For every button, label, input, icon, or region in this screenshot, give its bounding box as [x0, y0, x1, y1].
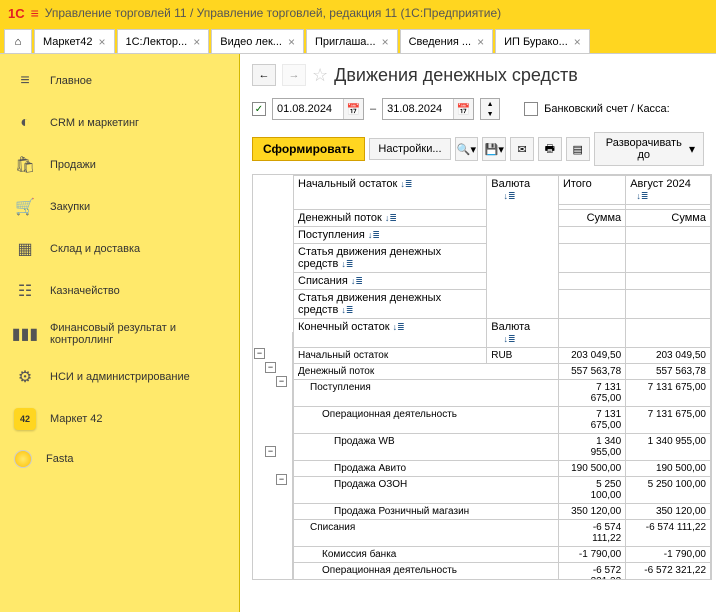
close-icon[interactable]: ×	[477, 35, 484, 49]
table-row[interactable]: Продажа WB1 340 955,001 340 955,00	[294, 434, 711, 461]
pie-icon: ◐	[14, 112, 36, 134]
tree-expand-column: − − − − −	[253, 332, 293, 579]
period-stepper[interactable]: ▲▼	[480, 98, 500, 120]
table-row[interactable]: Начальный остатокRUB203 049,50203 049,50	[294, 348, 711, 364]
tab-2[interactable]: Видео лек...×	[211, 29, 304, 53]
close-icon[interactable]: ×	[193, 35, 200, 49]
date-from-input[interactable]: 📅	[272, 98, 364, 120]
tree-collapse[interactable]: −	[276, 376, 287, 387]
calendar-icon[interactable]: 📅	[343, 99, 363, 119]
titlebar-text: Управление торговлей 11 / Управление тор…	[45, 6, 501, 20]
header-start-balance[interactable]: Начальный остаток ↓≣	[294, 176, 487, 210]
close-icon[interactable]: ×	[574, 35, 581, 49]
tab-5[interactable]: ИП Бурако...×	[495, 29, 590, 53]
grid-icon: ▦	[14, 238, 36, 260]
sidebar-item-market42[interactable]: 42Маркет 42	[0, 398, 239, 440]
header-end-balance[interactable]: Конечный остаток ↓≣	[294, 319, 487, 348]
tabbar: ⌂ Маркет42× 1С:Лектор...× Видео лек...× …	[0, 26, 716, 54]
header-outflow[interactable]: Списания ↓≣	[294, 273, 487, 290]
mail-button[interactable]: ✉	[510, 137, 534, 161]
table-row[interactable]: Поступления7 131 675,007 131 675,00	[294, 380, 711, 407]
tab-3[interactable]: Приглаша...×	[306, 29, 398, 53]
header-article1[interactable]: Статья движения денежных средств ↓≣	[294, 244, 487, 273]
bank-checkbox[interactable]: ✓	[524, 102, 538, 116]
header-inflow[interactable]: Поступления ↓≣	[294, 227, 487, 244]
sidebar-item-treasury[interactable]: ☷Казначейство	[0, 270, 239, 312]
form-button[interactable]: Сформировать	[252, 137, 365, 161]
sidebar-item-fasta[interactable]: Fasta	[0, 440, 239, 478]
table-row[interactable]: Продажа Розничный магазин350 120,00350 1…	[294, 504, 711, 520]
market42-icon: 42	[14, 408, 36, 430]
gear-icon: ⚙	[14, 366, 36, 388]
coins-icon: ☷	[14, 280, 36, 302]
table-row[interactable]: Комиссия банка-1 790,00-1 790,00	[294, 547, 711, 563]
table-row[interactable]: Операционная деятельность-6 572 321,22-6…	[294, 563, 711, 581]
sidebar-item-finance[interactable]: ▮▮▮Финансовый результат и контроллинг	[0, 312, 239, 356]
save-button[interactable]: 💾▾	[482, 137, 506, 161]
titlebar: 1C ≡ Управление торговлей 11 / Управлени…	[0, 0, 716, 26]
tree-collapse[interactable]: −	[265, 446, 276, 457]
tree-collapse[interactable]: −	[265, 362, 276, 373]
settings-button[interactable]: Настройки...	[369, 138, 450, 160]
tree-collapse[interactable]: −	[276, 474, 287, 485]
header-article2[interactable]: Статья движения денежных средств ↓≣	[294, 290, 487, 319]
sidebar-item-admin[interactable]: ⚙НСИ и администрирование	[0, 356, 239, 398]
sidebar-item-sales[interactable]: 🛍Продажи	[0, 144, 239, 186]
bank-label: Банковский счет / Касса:	[544, 103, 670, 115]
page-title: Движения денежных средств	[334, 65, 578, 86]
back-button[interactable]: ←	[252, 64, 276, 86]
forward-button[interactable]: →	[282, 64, 306, 86]
expand-button[interactable]: Разворачивать до ▾	[594, 132, 704, 166]
logo-1c: 1C	[8, 6, 25, 21]
report-table: Начальный остаток ↓≣Валюта ↓≣ИтогоАвгуст…	[293, 175, 711, 580]
tab-home[interactable]: ⌂	[4, 29, 32, 53]
bars-icon: ▮▮▮	[14, 323, 36, 345]
table-row[interactable]: Списания-6 574 111,22-6 574 111,22	[294, 520, 711, 547]
close-icon[interactable]: ×	[98, 35, 105, 49]
tab-0[interactable]: Маркет42×	[34, 29, 115, 53]
tree-collapse[interactable]: −	[254, 348, 265, 359]
table-row[interactable]: Продажа ОЗОН5 250 100,005 250 100,00	[294, 477, 711, 504]
table-row[interactable]: Продажа Авито190 500,00190 500,00	[294, 461, 711, 477]
header-flow[interactable]: Денежный поток ↓≣	[294, 210, 487, 227]
menu-icon[interactable]: ≡	[31, 5, 39, 21]
list-icon: ≡	[14, 70, 36, 92]
date-checkbox[interactable]: ✓	[252, 102, 266, 116]
report-area[interactable]: Начальный остаток ↓≣Валюта ↓≣ИтогоАвгуст…	[252, 174, 712, 580]
header-total[interactable]: Итого	[558, 176, 625, 205]
tab-1[interactable]: 1С:Лектор...×	[117, 29, 210, 53]
content: ← → ☆ Движения денежных средств ✓ 📅 – 📅 …	[240, 54, 716, 612]
fasta-icon	[14, 450, 32, 468]
sidebar-item-crm[interactable]: ◐CRM и маркетинг	[0, 102, 239, 144]
close-icon[interactable]: ×	[288, 35, 295, 49]
sidebar-item-warehouse[interactable]: ▦Склад и доставка	[0, 228, 239, 270]
table-row[interactable]: Денежный поток557 563,78557 563,78	[294, 364, 711, 380]
date-to-input[interactable]: 📅	[382, 98, 474, 120]
table-row[interactable]: Операционная деятельность7 131 675,007 1…	[294, 407, 711, 434]
sidebar-item-main[interactable]: ≡Главное	[0, 60, 239, 102]
bag-icon: 🛍	[14, 154, 36, 176]
header-month[interactable]: Август 2024 ↓≣	[626, 176, 711, 205]
header-currency2[interactable]: Валюта ↓≣	[487, 319, 559, 348]
print-button[interactable]: 🖶	[538, 137, 562, 161]
star-icon[interactable]: ☆	[312, 65, 328, 86]
sidebar: ≡Главное ◐CRM и маркетинг 🛍Продажи 🛒Заку…	[0, 54, 240, 612]
sheet-button[interactable]: ▤	[566, 137, 590, 161]
close-icon[interactable]: ×	[382, 35, 389, 49]
tab-4[interactable]: Сведения ...×	[400, 29, 494, 53]
sidebar-item-purchases[interactable]: 🛒Закупки	[0, 186, 239, 228]
find-button[interactable]: 🔍▾	[455, 137, 479, 161]
cart-icon: 🛒	[14, 196, 36, 218]
header-currency[interactable]: Валюта ↓≣	[487, 176, 559, 319]
calendar-icon[interactable]: 📅	[453, 99, 473, 119]
